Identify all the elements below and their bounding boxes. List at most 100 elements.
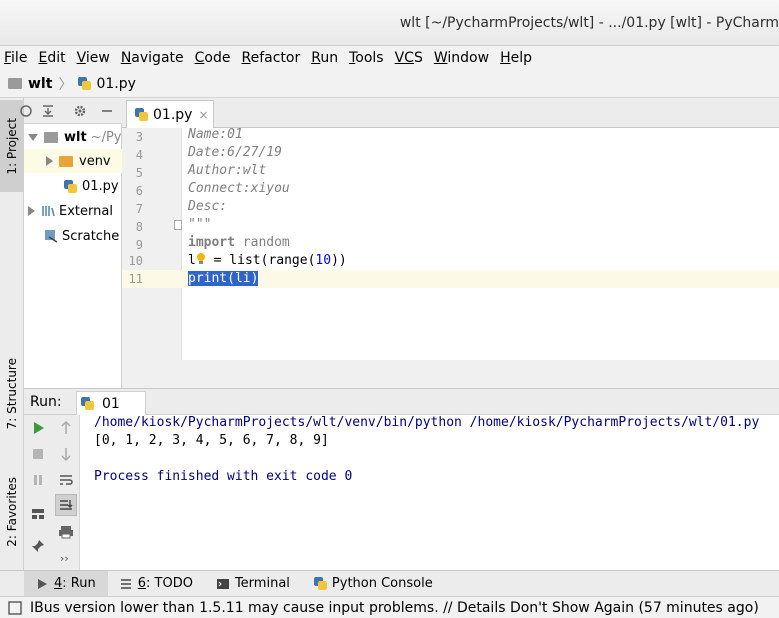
run-panel-header: Run: 01 <box>24 388 779 415</box>
tab-project-label: 1: Project <box>5 117 19 175</box>
tab-terminal[interactable]: Terminal <box>205 571 302 597</box>
tab-run-label: : Run <box>62 576 96 591</box>
run-tab-label: 01 <box>102 395 120 412</box>
menu-refactor[interactable]: Refactor <box>241 50 300 66</box>
stop-icon[interactable] <box>30 446 46 462</box>
menu-tools[interactable]: Tools <box>349 50 384 66</box>
code-line: Name:01 <box>188 127 243 142</box>
project-panel: wlt ~/Py venv 01.py External Scratche <box>20 98 122 388</box>
chevron-right-icon <box>28 206 35 216</box>
menu-view[interactable]: View <box>77 50 110 66</box>
menu-help[interactable]: Help <box>500 50 532 66</box>
tree-item-venv[interactable]: venv <box>24 149 122 173</box>
menu-navigate[interactable]: Navigate <box>121 50 184 66</box>
todo-icon <box>120 578 131 589</box>
chevron-right-icon: 〉 <box>58 76 73 93</box>
line-number: 10 <box>128 254 143 268</box>
scroll-to-end-icon <box>60 500 73 510</box>
python-file-icon <box>81 397 94 410</box>
tab-run[interactable]: 4: Run <box>24 570 108 597</box>
tree-root-path: ~/Py <box>90 129 122 145</box>
code-line: Date:6/27/19 <box>188 145 282 160</box>
editor-gutter: 3 4 5 6 7 8 9 10 11 <box>122 128 182 360</box>
more-icon[interactable]: ›› <box>60 552 69 565</box>
gear-icon[interactable] <box>72 103 88 119</box>
line-number: 4 <box>135 148 143 162</box>
run-toolbar: ›› <box>24 415 80 570</box>
menu-edit[interactable]: Edit <box>38 50 65 66</box>
pause-icon[interactable] <box>30 472 46 488</box>
soft-wrap-icon[interactable] <box>58 472 74 488</box>
pin-icon[interactable] <box>30 538 46 554</box>
left-tool-strip: 1: Project 7: Structure 2: Favorites <box>0 98 24 570</box>
scratches-icon <box>45 230 58 243</box>
editor-tab-01py[interactable]: 01.py × <box>126 100 214 128</box>
project-toolbar <box>20 98 122 124</box>
tab-structure-label: 7: Structure <box>5 358 19 430</box>
rerun-icon[interactable] <box>30 420 46 436</box>
collapse-all-icon[interactable] <box>40 103 56 119</box>
breadcrumb-project[interactable]: wlt <box>28 76 52 92</box>
code-line: """ <box>188 217 212 232</box>
menu-code[interactable]: Code <box>195 50 231 66</box>
tab-todo-label: : TODO <box>146 576 193 591</box>
arrow-down-icon[interactable] <box>58 446 74 462</box>
console-line: Process finished with exit code 0 <box>94 469 353 484</box>
code-line: Author:wlt <box>188 163 267 178</box>
code-line-selected: print(li) <box>188 271 259 286</box>
menu-run[interactable]: Run <box>311 50 338 66</box>
code-editor[interactable]: Name:01 Date:6/27/19 Author:wlt Connect:… <box>182 127 779 360</box>
scroll-to-end-button[interactable] <box>55 494 77 516</box>
code-line: l = list(range(10)) <box>188 252 347 268</box>
tree-scratches-label: Scratche <box>62 228 120 244</box>
tab-python-console[interactable]: Python Console <box>302 571 445 597</box>
console-line: /home/kiosk/PycharmProjects/wlt/venv/bin… <box>94 415 760 430</box>
tree-item-root[interactable]: wlt ~/Py <box>24 125 122 149</box>
tab-favorites[interactable]: 2: Favorites <box>0 466 24 558</box>
code-line: Connect:xiyou <box>188 181 290 196</box>
line-number: 5 <box>135 166 143 180</box>
status-message[interactable]: IBus version lower than 1.5.11 may cause… <box>30 600 759 616</box>
chevron-down-icon <box>28 133 38 141</box>
chevron-right-icon <box>46 156 53 166</box>
status-icon[interactable] <box>8 600 22 615</box>
breadcrumb-file[interactable]: 01.py <box>96 76 135 92</box>
tree-external-label: External <box>59 203 113 219</box>
menu-window[interactable]: Window <box>434 50 489 66</box>
run-console-output[interactable]: /home/kiosk/PycharmProjects/wlt/venv/bin… <box>80 415 779 570</box>
terminal-icon <box>216 578 229 589</box>
line-number: 11 <box>128 272 143 286</box>
target-icon[interactable] <box>18 103 34 119</box>
tree-item-file[interactable]: 01.py <box>24 174 122 198</box>
menu-vcs[interactable]: VCS <box>395 50 423 66</box>
folder-icon <box>59 155 73 167</box>
layout-icon[interactable] <box>30 506 46 522</box>
run-tab-01[interactable]: 01 <box>76 391 146 415</box>
close-icon[interactable]: × <box>198 108 208 122</box>
arrow-up-icon[interactable] <box>58 420 74 436</box>
code-line: import random <box>188 235 290 250</box>
line-number: 8 <box>135 220 143 234</box>
minimize-icon[interactable] <box>99 103 115 119</box>
fold-marker-icon[interactable] <box>174 220 182 230</box>
tab-structure[interactable]: 7: Structure <box>0 354 24 434</box>
print-icon[interactable] <box>58 524 74 540</box>
window-title: wlt [~/PycharmProjects/wlt] - .../01.py … <box>399 15 779 31</box>
menu-file[interactable]: File <box>4 50 27 66</box>
tree-item-external[interactable]: External <box>24 199 122 223</box>
folder-icon <box>8 78 22 89</box>
editor-tab-bar: 01.py × <box>122 98 779 128</box>
bottom-tool-tabs: 4: Run 6: TODO Terminal Python Console <box>0 570 779 597</box>
status-bar: IBus version lower than 1.5.11 may cause… <box>0 596 779 618</box>
tab-favorites-label: 2: Favorites <box>5 477 19 547</box>
library-icon <box>42 206 55 217</box>
python-file-icon <box>64 179 77 193</box>
console-line: [0, 1, 2, 3, 4, 5, 6, 7, 8, 9] <box>94 433 329 448</box>
run-label: Run: <box>30 394 62 410</box>
menu-bar: File Edit View Navigate Code Refactor Ru… <box>0 46 779 70</box>
tab-todo[interactable]: 6: TODO <box>108 571 205 597</box>
lightbulb-icon <box>196 252 206 264</box>
window-titlebar: wlt [~/PycharmProjects/wlt] - .../01.py … <box>0 0 779 46</box>
python-file-icon <box>135 108 148 121</box>
tree-item-scratches[interactable]: Scratche <box>24 224 122 248</box>
